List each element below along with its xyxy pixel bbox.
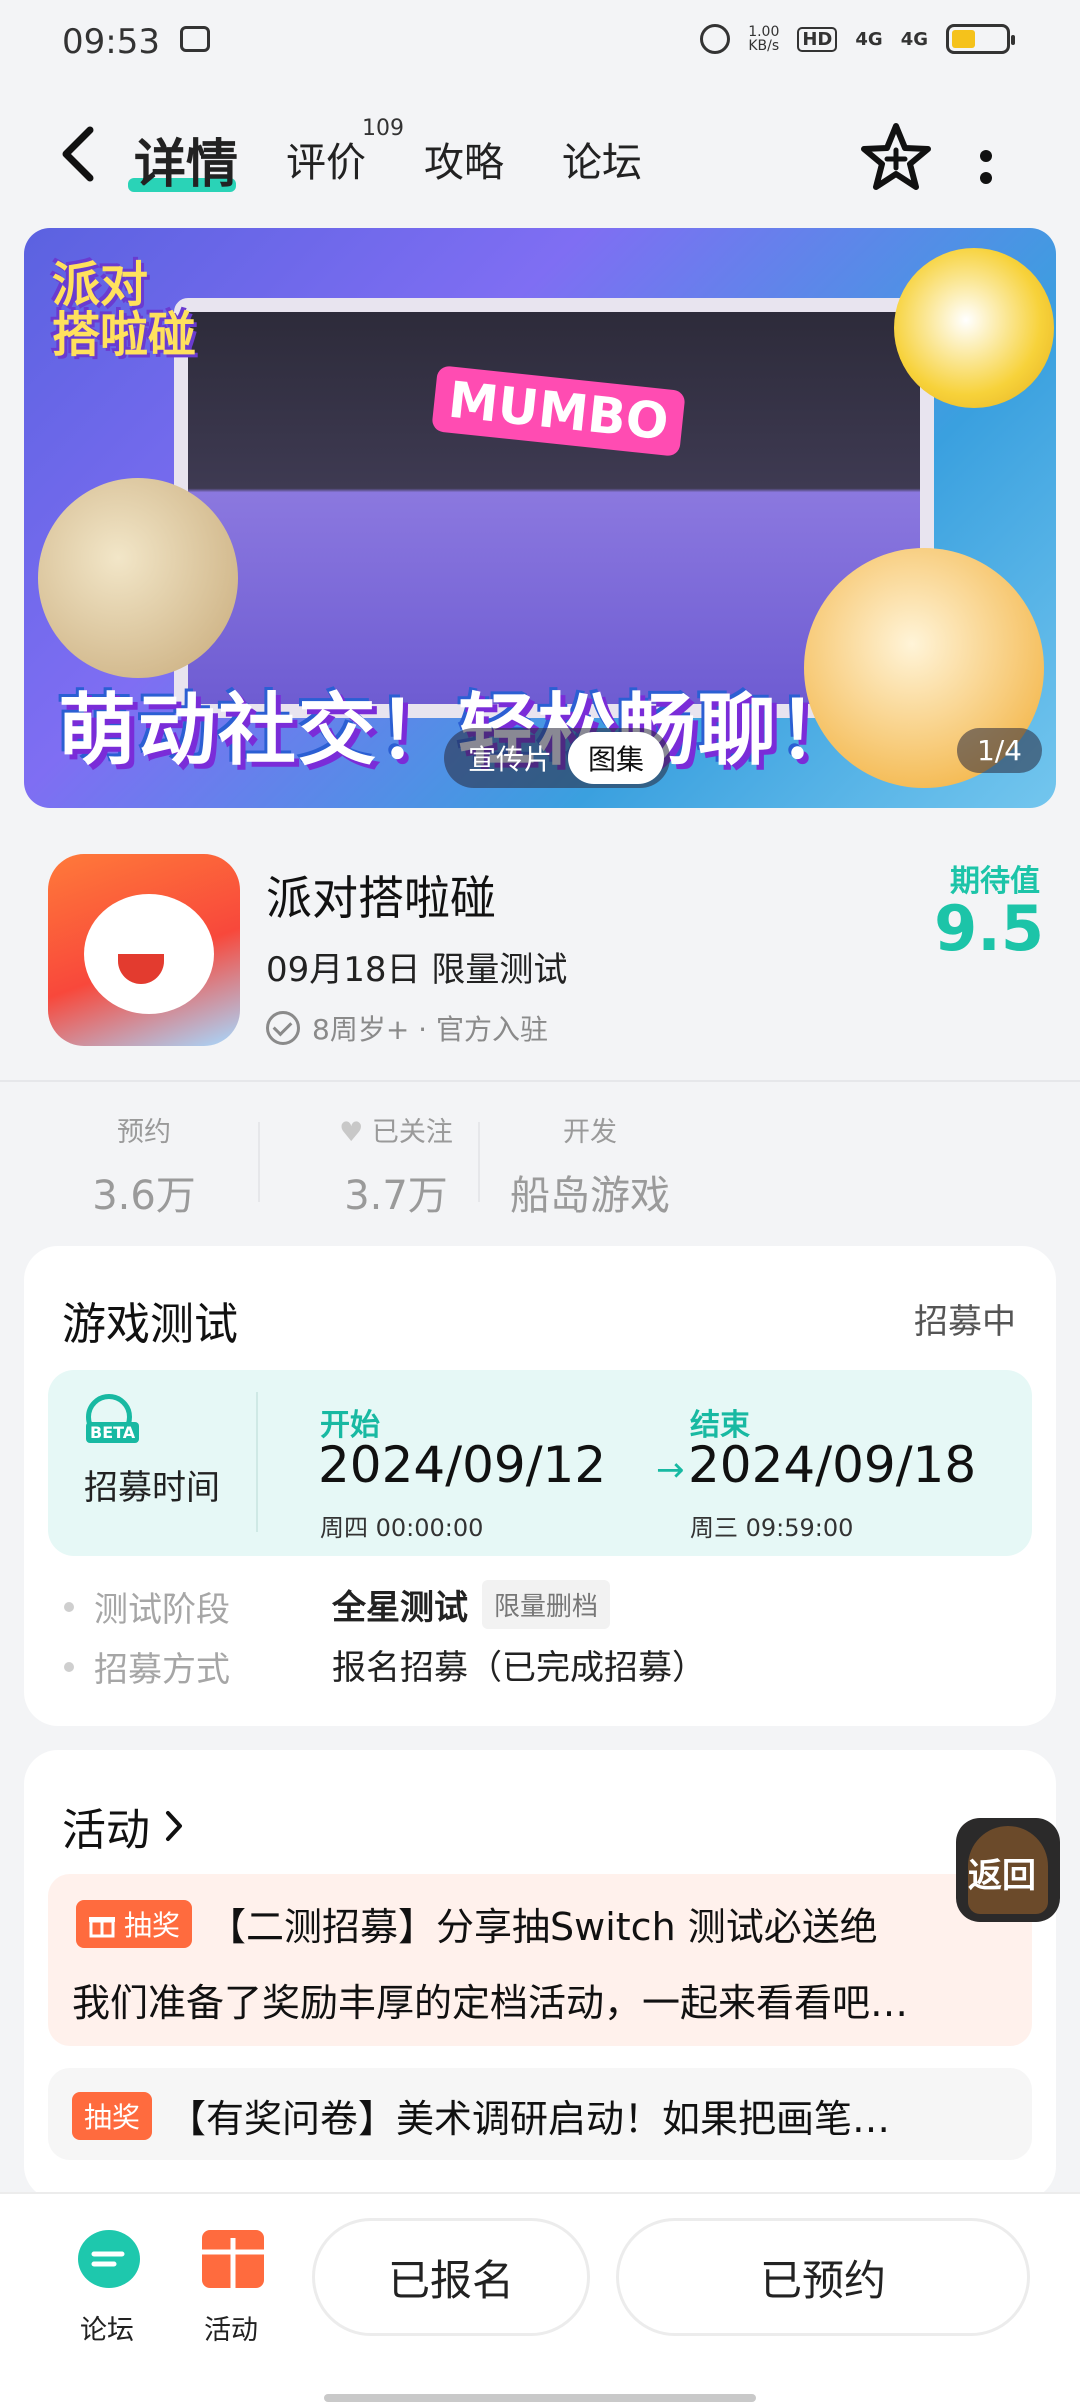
favorite-star-icon[interactable] (858, 120, 934, 196)
app-meta-text: 8周岁+ · 官方入驻 (312, 1013, 548, 1046)
media-banner[interactable]: MUMBO 派对 搭啦碰 萌动社交！轻松畅聊！ 宣传片 图集 1/4 (24, 228, 1056, 808)
verified-check-icon (266, 1011, 300, 1045)
floating-back-label: 返回 (968, 1856, 1036, 1896)
activity-item[interactable]: 抽奖 【二测招募】分享抽Switch 测试必送绝 我们准备了奖励丰厚的定档活动，… (48, 1874, 1032, 2046)
recruit-time-label: 招募时间 (84, 1468, 220, 1508)
app-release-date: 09月18日 限量测试 (266, 950, 568, 990)
lottery-tag: 抽奖 (76, 1899, 193, 1948)
stat-value: 船岛游戏 (510, 1173, 670, 1219)
reviews-count-badge: 109 (362, 116, 404, 141)
banner-page-counter: 1/4 (956, 728, 1042, 773)
banner-character-art-2 (38, 478, 238, 678)
recruit-separator (256, 1392, 258, 1532)
banner-logo: 派对 搭啦碰 (52, 257, 197, 364)
activity-desc: 我们准备了奖励丰厚的定档活动，一起来看看吧… (72, 1981, 909, 2025)
activity-item-title-row: 抽奖 【有奖问卷】美术调研启动！如果把画笔… (72, 2088, 890, 2143)
status-icons: 1.00 KB/s HD 4G 4G (700, 24, 1015, 54)
activity-card: 活动 抽奖 【二测招募】分享抽Switch 测试必送绝 我们准备了奖励丰厚的定档… (24, 1750, 1056, 2200)
game-test-card: 游戏测试 招募中 BETA 招募时间 开始 2024/09/12 周四 00:0… (24, 1246, 1056, 1726)
signal-4g-icon: 4G (855, 28, 883, 50)
bottom-action-bar: 论坛 活动 已报名 已预约 (0, 2192, 1080, 2408)
recruit-time-box: BETA 招募时间 开始 2024/09/12 周四 00:00:00 → 结束… (48, 1370, 1032, 1556)
bullet (64, 1661, 74, 1672)
end-time: 周三 09:59:00 (690, 1514, 854, 1542)
stat-label: 已关注 (371, 1117, 453, 1148)
stat-separator-2 (478, 1122, 480, 1202)
stat-value: 3.7万 (344, 1173, 448, 1219)
test-stage-row: 测试阶段 (64, 1582, 230, 1631)
stat-followers[interactable]: ♥ 已关注 3.7万 (296, 1110, 496, 1221)
card-title: 活动 (62, 1805, 150, 1856)
tab-reviews[interactable]: 评价 (286, 130, 366, 188)
reserved-button[interactable]: 已预约 (616, 2218, 1030, 2336)
stat-developer[interactable]: 开发 船岛游戏 (500, 1110, 680, 1221)
alarm-icon (700, 24, 731, 54)
activity-title: 【有奖问卷】美术调研启动！如果把画笔… (168, 2097, 891, 2141)
back-icon[interactable] (56, 124, 100, 193)
heart-icon: ♥ (339, 1117, 364, 1148)
tab-guides[interactable]: 攻略 (424, 130, 504, 188)
home-indicator[interactable] (324, 2394, 756, 2402)
expectation-score: 9.5 (934, 892, 1044, 965)
banner-character-art (894, 248, 1054, 408)
signal-4g-icon-2: 4G (900, 28, 928, 50)
app-notification-icon (180, 26, 210, 52)
floating-back-button[interactable]: 返回 (956, 1818, 1060, 1922)
stat-label: 预约 (117, 1117, 171, 1148)
app-title: 派对搭啦碰 (266, 871, 496, 925)
activity-item-title-row: 抽奖 【二测招募】分享抽Switch 测试必送绝 (76, 1896, 878, 1951)
recruit-method-row: 招募方式 (64, 1642, 230, 1691)
row-label: 测试阶段 (94, 1590, 230, 1630)
app-meta: 8周岁+ · 官方入驻 (266, 1008, 548, 1048)
activity-title: 【二测招募】分享抽Switch 测试必送绝 (208, 1905, 878, 1949)
tab-forum[interactable]: 论坛 (562, 130, 642, 188)
stat-label: 开发 (563, 1117, 617, 1148)
row-value: 全星测试 (332, 1588, 468, 1628)
start-date: 2024/09/12 (318, 1436, 607, 1494)
limited-tag: 限量删档 (482, 1580, 611, 1629)
chevron-right-icon (166, 1811, 182, 1841)
lottery-tag-label: 抽奖 (124, 1908, 181, 1942)
activity-item[interactable]: 抽奖 【有奖问卷】美术调研启动！如果把画笔… (48, 2068, 1032, 2160)
hd-icon: HD (797, 26, 838, 52)
stat-reservations: 预约 3.6万 (84, 1110, 204, 1221)
tab-reviews-label: 评价 (286, 140, 366, 186)
battery-icon (946, 24, 1015, 54)
forum-chat-icon (78, 2230, 140, 2288)
activity-header[interactable]: 活动 (62, 1794, 184, 1858)
more-options-icon[interactable] (978, 138, 994, 194)
status-time: 09:53 (62, 22, 160, 62)
registered-button[interactable]: 已报名 (312, 2218, 590, 2336)
pill-trailer[interactable]: 宣传片 (468, 738, 552, 778)
start-time: 周四 00:00:00 (320, 1514, 484, 1542)
activity-nav-button[interactable]: 活动 (196, 2194, 296, 2394)
stat-value: 3.6万 (92, 1173, 196, 1219)
pill-gallery[interactable]: 图集 (568, 732, 665, 784)
app-icon (48, 854, 240, 1046)
activity-label: 活动 (204, 2315, 258, 2346)
arrow-right-icon: → (656, 1450, 685, 1490)
banner-media-switch: 宣传片 图集 (444, 728, 671, 788)
tab-details[interactable]: 详情 (134, 122, 238, 197)
section-divider (0, 1080, 1080, 1082)
stat-label-wrap: ♥ 已关注 (296, 1110, 496, 1149)
lottery-tag: 抽奖 (72, 2091, 153, 2140)
row-label: 招募方式 (94, 1650, 230, 1690)
stat-separator (258, 1122, 260, 1202)
gift-icon (202, 2230, 264, 2288)
recruit-status: 招募中 (914, 1302, 1016, 1342)
gift-icon (89, 1916, 115, 1937)
card-title: 游戏测试 (62, 1299, 238, 1350)
bullet (64, 1601, 74, 1612)
test-stage-value: 全星测试 限量删档 (332, 1580, 611, 1629)
forum-label: 论坛 (80, 2315, 134, 2346)
net-speed: 1.00 KB/s (748, 24, 780, 54)
beta-tag: BETA (86, 1422, 140, 1443)
recruit-method-value: 报名招募（已完成招募） (332, 1648, 706, 1688)
top-nav: 详情 评价 109 攻略 论坛 (0, 100, 1080, 220)
status-bar: 09:53 1.00 KB/s HD 4G 4G (0, 0, 1080, 86)
forum-nav-button[interactable]: 论坛 (72, 2194, 172, 2394)
end-date: 2024/09/18 (688, 1436, 977, 1494)
